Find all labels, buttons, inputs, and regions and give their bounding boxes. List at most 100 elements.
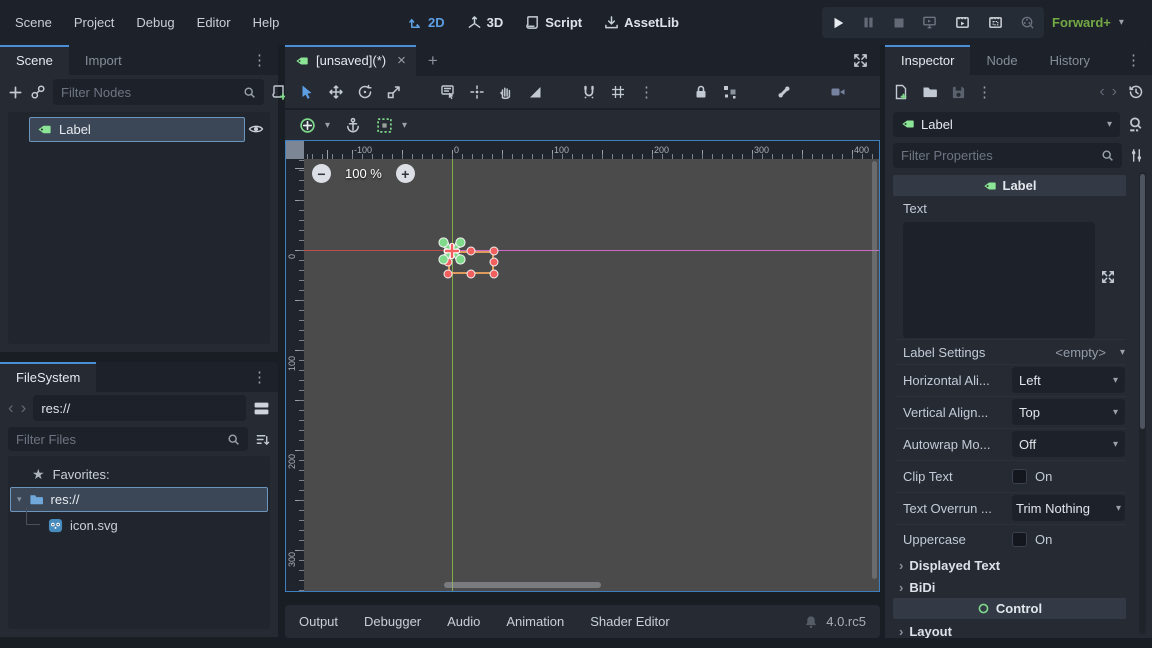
canvas-viewport[interactable]: -100 0 100 200 300 400 0 100 200 300 <box>285 140 880 592</box>
bottom-tab-debugger[interactable]: Debugger <box>364 614 421 629</box>
list-select-button[interactable] <box>440 84 456 100</box>
scene-tree-node-label[interactable]: Label <box>29 117 245 142</box>
close-tab-icon[interactable]: × <box>397 52 406 69</box>
uppercase-checkbox[interactable] <box>1012 532 1027 547</box>
filter-properties-field[interactable] <box>893 143 1122 168</box>
pivot-point-button[interactable] <box>469 84 485 100</box>
instance-scene-icon[interactable] <box>30 84 46 100</box>
history-forward-icon[interactable]: › <box>1112 83 1117 101</box>
save-resource-icon[interactable] <box>951 85 966 100</box>
horizontal-scrollbar[interactable] <box>444 582 601 588</box>
tree-expand-icon[interactable]: ▾ <box>17 494 22 505</box>
scene-dock-menu-icon[interactable]: ⋮ <box>242 45 278 75</box>
visibility-eye-icon[interactable] <box>248 121 264 137</box>
filesystem-dock-menu-icon[interactable]: ⋮ <box>242 362 278 392</box>
pivot-marker[interactable] <box>444 243 460 259</box>
selection-handle[interactable] <box>490 247 499 256</box>
path-input[interactable] <box>41 401 238 416</box>
filter-nodes-field[interactable] <box>53 79 264 105</box>
tab-inspector[interactable]: Inspector <box>885 45 970 75</box>
group-selected-icon[interactable] <box>722 84 738 100</box>
selection-handle[interactable] <box>490 270 499 279</box>
resource-empty-value[interactable]: <empty> <box>1055 345 1106 360</box>
scale-mode-button[interactable] <box>386 84 402 100</box>
tab-scene[interactable]: Scene <box>0 45 69 75</box>
chevron-down-icon[interactable]: ▾ <box>1120 347 1125 358</box>
new-resource-icon[interactable] <box>893 84 909 100</box>
property-tools-sliders-icon[interactable] <box>1129 148 1144 163</box>
inspector-scrollbar-thumb[interactable] <box>1140 174 1145 429</box>
path-field[interactable] <box>33 395 246 421</box>
open-documentation-icon[interactable] <box>1127 116 1144 133</box>
filter-files-input[interactable] <box>16 432 221 447</box>
file-row-icon-svg[interactable]: icon.svg <box>8 513 270 537</box>
snap-options-menu-icon[interactable]: ⋮ <box>639 83 655 101</box>
tab-import[interactable]: Import <box>69 45 138 75</box>
clip-text-checkbox[interactable] <box>1012 469 1027 484</box>
expand-text-icon[interactable] <box>1101 270 1115 284</box>
workspace-2d-button[interactable]: 2D <box>408 15 445 30</box>
rotate-mode-button[interactable] <box>357 84 373 100</box>
section-bidi[interactable]: › BiDi <box>893 576 1135 598</box>
section-layout[interactable]: › Layout <box>893 620 1135 638</box>
play-button[interactable] <box>831 16 845 30</box>
vertical-scrollbar[interactable] <box>872 161 877 579</box>
zoom-out-button[interactable]: − <box>312 164 331 183</box>
grid-snap-icon[interactable] <box>610 84 626 100</box>
section-displayed-text[interactable]: › Displayed Text <box>893 554 1135 576</box>
distraction-free-icon[interactable] <box>841 45 880 76</box>
history-back-icon[interactable]: ‹ <box>1099 83 1104 101</box>
notification-bell-icon[interactable] <box>804 615 818 629</box>
bottom-tab-output[interactable]: Output <box>299 614 338 629</box>
text-overrun-dropdown[interactable]: Trim Nothing▾ <box>1012 495 1125 521</box>
select-mode-button[interactable] <box>299 84 315 100</box>
remote-debug-icon[interactable] <box>922 15 937 30</box>
menu-editor[interactable]: Editor <box>186 15 242 30</box>
autowrap-mode-dropdown[interactable]: Off▾ <box>1012 431 1125 457</box>
bottom-tab-audio[interactable]: Audio <box>447 614 480 629</box>
res-root-row[interactable]: ▾ res:// <box>10 487 268 512</box>
container-sizing-icon[interactable] <box>376 117 393 134</box>
favorites-row[interactable]: ★ Favorites: <box>8 462 270 486</box>
filter-nodes-input[interactable] <box>61 85 237 100</box>
tab-history[interactable]: History <box>1034 45 1106 75</box>
zoom-in-button[interactable]: + <box>396 164 415 183</box>
stop-button[interactable] <box>893 17 905 29</box>
pan-mode-button[interactable] <box>498 84 514 100</box>
play-scene-button[interactable] <box>955 15 970 30</box>
menu-debug[interactable]: Debug <box>125 15 185 30</box>
sort-files-icon[interactable] <box>255 432 270 447</box>
nav-forward-icon[interactable]: › <box>21 398 27 418</box>
anchor-icon[interactable] <box>345 117 361 133</box>
menu-scene[interactable]: Scene <box>4 15 63 30</box>
play-custom-scene-button[interactable] <box>988 15 1003 30</box>
vertical-alignment-dropdown[interactable]: Top▾ <box>1012 399 1125 425</box>
skeleton-bone-icon[interactable] <box>776 84 792 100</box>
movie-maker-icon[interactable] <box>1020 15 1035 30</box>
inspector-scrollbar-track[interactable] <box>1139 172 1146 634</box>
bottom-tab-shader-editor[interactable]: Shader Editor <box>590 614 670 629</box>
preview-camera-icon[interactable] <box>830 84 846 100</box>
history-clock-icon[interactable] <box>1128 84 1144 100</box>
pause-button[interactable] <box>862 16 875 29</box>
property-text-value[interactable] <box>903 222 1095 338</box>
smart-snap-icon[interactable] <box>581 84 597 100</box>
menu-help[interactable]: Help <box>242 15 291 30</box>
load-resource-folder-icon[interactable] <box>922 84 938 100</box>
nav-back-icon[interactable]: ‹ <box>8 398 14 418</box>
filter-properties-input[interactable] <box>901 148 1095 163</box>
anchor-preset-icon[interactable] <box>299 117 316 134</box>
lock-selected-icon[interactable] <box>693 84 709 100</box>
chevron-down-icon[interactable]: ▾ <box>325 120 330 131</box>
scene-tab-unsaved[interactable]: [unsaved](*) × <box>285 45 416 76</box>
chevron-down-icon[interactable]: ▾ <box>402 120 407 131</box>
menu-project[interactable]: Project <box>63 15 125 30</box>
workspace-assetlib-button[interactable]: AssetLib <box>604 15 679 30</box>
workspace-script-button[interactable]: Script <box>525 15 582 30</box>
zoom-level-label[interactable]: 100 % <box>345 166 382 181</box>
tab-node[interactable]: Node <box>970 45 1033 75</box>
filter-files-field[interactable] <box>8 427 248 451</box>
resource-options-menu-icon[interactable]: ⋮ <box>973 83 997 101</box>
renderer-dropdown[interactable]: Forward+ ▾ <box>1052 0 1124 45</box>
move-mode-button[interactable] <box>328 84 344 100</box>
